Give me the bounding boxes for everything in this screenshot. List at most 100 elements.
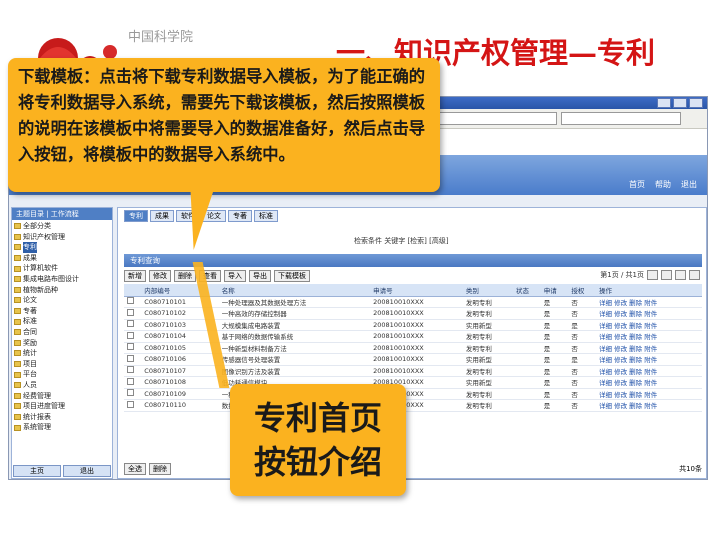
tree-item[interactable]: 植物新品种 <box>14 285 110 296</box>
tree-item-label: 知识产权管理 <box>23 232 65 241</box>
column-header: 状态 <box>513 284 541 297</box>
sidebar: 主题目录 | 工作流程 全部分类 知识产权管理 专利 成果 计算机软件 集成电路布图设计植… <box>11 207 113 479</box>
close-icon[interactable] <box>689 98 703 108</box>
row-checkbox[interactable] <box>127 354 134 362</box>
row-actions[interactable]: 详细 修改 删除 附件 <box>596 353 702 366</box>
table-cell: C080710110 <box>141 399 219 412</box>
toolbar-button[interactable]: 修改 <box>149 270 171 282</box>
table-row[interactable]: C080710106 传感器信号处理装置 200810010XXX 实用新型是是详细 … <box>124 353 702 366</box>
row-actions[interactable]: 详细 修改 删除 附件 <box>596 342 702 354</box>
folder-icon <box>14 424 21 431</box>
folder-icon <box>14 339 21 346</box>
table-cell <box>513 296 541 308</box>
toolbar-button[interactable]: 新增 <box>124 270 146 282</box>
tree-item[interactable]: 专利 <box>14 242 110 253</box>
select-all-button[interactable]: 全选 <box>124 463 146 475</box>
tree-item[interactable]: 统计 <box>14 348 110 359</box>
button-callout-line2: 按钮介绍 <box>253 443 382 481</box>
row-actions[interactable]: 详细 修改 删除 附件 <box>596 376 702 389</box>
table-cell: 200810010XXX <box>370 342 463 354</box>
minimize-icon[interactable] <box>657 98 671 108</box>
maximize-icon[interactable] <box>673 98 687 108</box>
search-filters[interactable]: 检索条件 关键字 [检索] [高级] <box>354 236 449 246</box>
tree-item[interactable]: 专著 <box>14 306 110 317</box>
row-actions[interactable]: 详细 修改 删除 附件 <box>596 388 702 400</box>
sidebar-exit-button[interactable]: 退出 <box>63 465 111 477</box>
tree-item-label: 植物新品种 <box>23 285 58 294</box>
tree-item[interactable]: 项目 <box>14 359 110 370</box>
column-header: 类别 <box>462 284 514 297</box>
toolbar-button[interactable]: 导入 <box>224 270 246 282</box>
tree-item[interactable]: 平台 <box>14 369 110 380</box>
tree-item[interactable]: 奖励 <box>14 338 110 349</box>
tree-item[interactable]: 成果 <box>14 253 110 264</box>
row-checkbox[interactable] <box>127 308 134 316</box>
help-link[interactable]: 帮助 <box>655 179 671 190</box>
table-cell: 是 <box>540 342 569 354</box>
tree-item-label: 全部分类 <box>23 222 51 230</box>
tree-item[interactable]: 论文 <box>14 295 110 306</box>
row-actions[interactable]: 详细 修改 删除 附件 <box>596 365 702 377</box>
row-checkbox[interactable] <box>127 400 134 408</box>
module-tab[interactable]: 成果 <box>150 210 174 222</box>
tree-item[interactable]: 全部分类 <box>14 221 110 232</box>
tree-item[interactable]: 人员 <box>14 380 110 391</box>
prev-page-button[interactable] <box>661 270 672 280</box>
row-actions[interactable]: 详细 修改 删除 附件 <box>596 296 702 308</box>
sidebar-home-button[interactable]: 主页 <box>13 465 61 477</box>
tree-item[interactable]: 统计报表 <box>14 412 110 423</box>
table-row[interactable]: C080710107 图像识别方法及装置 200810010XXX 发明专利 是否详细 … <box>124 365 702 377</box>
table-cell: C080710107 <box>141 365 219 377</box>
row-checkbox[interactable] <box>127 343 134 351</box>
toolbar-button[interactable]: 删除 <box>174 270 196 282</box>
table-cell: 一种高效的存储控制器 <box>218 307 371 320</box>
tree-item-label: 集成电路布图设计 <box>23 274 79 283</box>
next-page-button[interactable] <box>675 270 686 280</box>
toolbar-button[interactable]: 导出 <box>249 270 271 282</box>
module-tab[interactable]: 专著 <box>228 210 252 222</box>
address-input[interactable] <box>427 112 557 125</box>
table-cell: 发明专利 <box>462 296 514 308</box>
tree-item[interactable]: 项目进度管理 <box>14 401 110 412</box>
logout-link[interactable]: 退出 <box>681 179 697 190</box>
table-cell <box>513 330 541 343</box>
table-cell: 实用新型 <box>462 376 514 389</box>
row-checkbox[interactable] <box>127 331 134 339</box>
row-actions[interactable]: 详细 修改 删除 附件 <box>596 399 702 412</box>
row-actions[interactable]: 详细 修改 删除 附件 <box>596 330 702 343</box>
first-page-button[interactable] <box>647 270 658 280</box>
browser-search-input[interactable] <box>561 112 681 125</box>
table-cell: 是 <box>540 296 569 308</box>
home-link[interactable]: 首页 <box>629 179 645 190</box>
last-page-button[interactable] <box>689 270 700 280</box>
row-checkbox[interactable] <box>127 389 134 397</box>
table-row[interactable]: C080710110数据存储结构及方法200810010XXX发明专利是否详细 … <box>124 399 702 412</box>
tree-item[interactable]: 计算机软件 <box>14 263 110 274</box>
tree-item[interactable]: 系统管理 <box>14 422 110 433</box>
tree-item[interactable]: 知识产权管理 <box>14 232 110 243</box>
tree-item[interactable]: 经费管理 <box>14 391 110 402</box>
row-checkbox[interactable] <box>127 366 134 374</box>
bulk-delete-button[interactable]: 删除 <box>149 463 171 475</box>
table-cell: 发明专利 <box>462 307 514 320</box>
module-tab[interactable]: 专利 <box>124 210 148 222</box>
row-checkbox[interactable] <box>127 297 134 305</box>
row-checkbox[interactable] <box>127 320 134 328</box>
table-row[interactable]: C080710108低功耗通信模块200810010XXX实用新型是否详细 修改… <box>124 376 702 389</box>
module-tab[interactable]: 标准 <box>254 210 278 222</box>
column-header: 申请 <box>540 284 569 297</box>
row-checkbox[interactable] <box>127 377 134 385</box>
header-links: 首页 帮助 退出 <box>629 179 697 190</box>
tree-item[interactable]: 合同 <box>14 327 110 338</box>
table-cell: 200810010XXX <box>370 330 463 343</box>
organization-name: 中国科学院 <box>128 30 194 45</box>
folder-icon <box>14 308 21 315</box>
table-row[interactable]: C080710109一种测量仪器200810010XXX发明专利是否详细 修改 … <box>124 388 702 400</box>
tree-item[interactable]: 集成电路布图设计 <box>14 274 110 285</box>
download-template-button[interactable]: 下载模板 <box>274 270 310 282</box>
row-actions[interactable]: 详细 修改 删除 附件 <box>596 319 702 331</box>
bottom-bar: 全选 删除 共10条 <box>124 463 702 475</box>
tree-item[interactable]: 标准 <box>14 316 110 327</box>
row-actions[interactable]: 详细 修改 删除 附件 <box>596 307 702 320</box>
table-cell: 基于网络的数据传输系统 <box>218 330 371 343</box>
